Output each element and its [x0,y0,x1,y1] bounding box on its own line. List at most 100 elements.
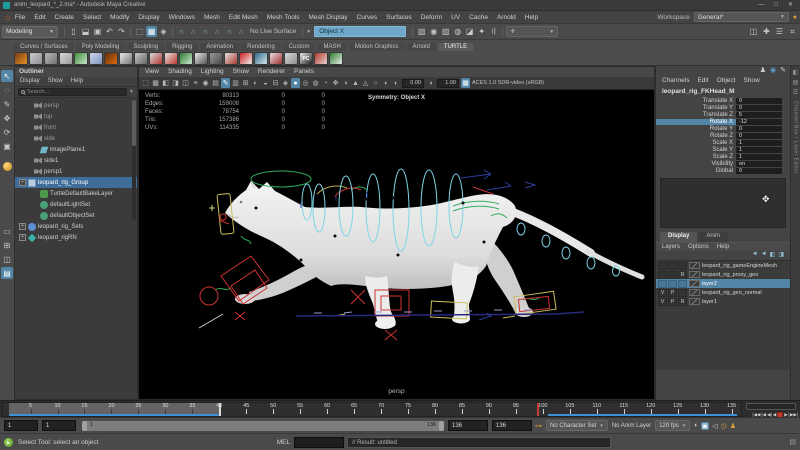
outliner-scrollbar[interactable] [132,100,136,220]
menu-arnold[interactable]: Arnold [497,14,516,21]
outliner-search-input[interactable]: Search... [18,88,127,96]
menu-mesh-tools[interactable]: Mesh Tools [267,14,300,21]
checker-green2-icon[interactable] [179,52,193,65]
layer-v-toggle[interactable] [658,262,667,270]
move-layer-down-icon[interactable]: ◄ [761,251,767,260]
chevron-down-icon[interactable]: ▼ [129,89,134,95]
viewport-toolbar-icon[interactable]: ◈ [281,78,290,88]
auto-keyframe-icon[interactable]: ⊶ [535,422,542,430]
channel-value-field[interactable]: -12 [736,119,782,125]
gamma-field[interactable]: 1.00 [437,79,459,88]
current-frame-marker[interactable] [537,403,539,416]
anim-clock-icon[interactable]: ◷ [721,422,727,430]
turtle-bake-icon[interactable] [14,52,28,65]
outliner-toggle-icon[interactable]: ◫ [748,26,759,37]
move-layer-up-icon[interactable]: ◄ [752,251,758,260]
viewport-toolbar-icon[interactable]: ✥ [331,78,340,88]
layer-color-swatch[interactable] [689,289,700,296]
anim-start-field[interactable]: 1 [4,420,38,431]
viewport-toolbar-icon[interactable]: ◫ [181,78,190,88]
exposure-field[interactable]: 0.00 [402,79,424,88]
snap-grid-icon[interactable]: ∩ [176,26,187,37]
scale-tool-icon[interactable]: ▣ [1,140,13,152]
character-set-dropdown[interactable]: No Character Set ▼ [546,420,608,431]
gamma-icon[interactable]: ◑ [426,78,435,88]
select-object-icon[interactable]: ▦ [146,26,157,37]
viewport-menu-panels[interactable]: Panels [294,68,314,76]
layer-r-toggle[interactable]: R [678,298,687,306]
rotate-tool-icon[interactable]: ⟳ [1,126,13,138]
viewport-toolbar-icon[interactable]: ◖ [381,78,390,88]
channel-row-global[interactable]: Global0 [656,167,790,174]
outliner-item-top[interactable]: top [15,111,137,122]
viewport-toolbar-icon[interactable]: ▦ [151,78,160,88]
outliner-menu-display[interactable]: Display [20,78,40,85]
viewport-toolbar-icon[interactable]: ▥ [231,78,240,88]
channel-value-field[interactable]: on [736,161,782,167]
layout-split-icon[interactable]: ◫ [1,253,13,265]
shelf-tab-curves-surfaces[interactable]: Curves / Surfaces [14,43,74,51]
channel-box-tab-icon[interactable]: ◧ [793,69,799,76]
ring-gray-icon[interactable] [134,52,148,65]
menu-mesh-display[interactable]: Mesh Display [309,14,348,21]
script-editor-icon[interactable]: ▤ [789,438,796,446]
snap-projected-icon[interactable]: ∩ [212,26,223,37]
pause-viewport-icon[interactable]: 〢 [488,26,499,37]
layer-editor-menu-help[interactable]: Help [717,244,729,250]
outliner-item-turtledefaultbakelayer[interactable]: TurtleDefaultBakeLayer [15,188,137,199]
render-view-icon[interactable]: ▧ [416,26,427,37]
snap-surface-icon[interactable]: ∩ [236,26,247,37]
color-management-icon[interactable]: ▦ [461,78,470,88]
expander-icon[interactable]: + [19,223,26,230]
shelf-tab-mash[interactable]: MASH [317,43,346,51]
speed-ramp-icon[interactable]: ◉ [770,67,776,75]
layer-row-leopard_rig_proxy_geo[interactable]: Rleopard_rig_proxy_geo [656,270,790,279]
home-icon[interactable]: ⌂ [5,13,10,22]
menu-curves[interactable]: Curves [357,14,378,21]
menu-windows[interactable]: Windows [169,14,195,21]
menu-file[interactable]: File [15,14,25,21]
channel-row-visibility[interactable]: Visibilityon [656,160,790,167]
current-frame-field[interactable] [746,403,796,410]
empty-layer-icon[interactable]: ◧ [770,251,776,260]
channel-box-menu-channels[interactable]: Channels [662,77,689,85]
channel-value-field[interactable]: 1 [736,140,782,146]
pin-character-icon[interactable]: ♟ [760,67,766,75]
outliner-item-imageplane1[interactable]: imagePlane1 [15,144,137,155]
viewport-toolbar-icon[interactable]: ▤ [211,78,220,88]
playback-end-field[interactable]: 136 [448,420,488,431]
viewport-toolbar-icon[interactable]: ◎ [301,78,310,88]
viewport-menu-lighting[interactable]: Lighting [201,68,224,76]
menu-help[interactable]: Help [525,14,538,21]
layer-color-swatch[interactable] [689,271,700,278]
select-tool-icon[interactable]: ↖ [1,70,13,82]
select-hierarchy-icon[interactable]: ⬚ [134,26,145,37]
channel-box-menu-show[interactable]: Show [743,77,759,85]
channel-row-scale-z[interactable]: Scale Z1 [656,153,790,160]
layer-p-toggle[interactable] [668,271,677,279]
channel-row-translate-x[interactable]: Translate X0 [656,97,790,104]
channel-row-scale-y[interactable]: Scale Y1 [656,146,790,153]
checker-green-icon[interactable] [74,52,88,65]
channel-value-field[interactable]: 1 [736,147,782,153]
attribute-editor-toggle-icon[interactable]: ⌗ [787,26,798,37]
pie-red2-icon[interactable] [239,52,253,65]
layer-r-toggle[interactable] [678,289,687,297]
channel-value-field[interactable]: 0 [736,126,782,132]
menu-select[interactable]: Select [83,14,101,21]
layer-v-toggle[interactable] [658,280,667,288]
outliner-item-defaultlightset[interactable]: defaultLightSet [15,199,137,210]
minimize-button[interactable]: — [758,0,764,11]
channel-value-field[interactable]: 0 [736,98,782,104]
viewport-toolbar-icon[interactable]: ◉ [201,78,210,88]
viewport-menu-shading[interactable]: Shading [168,68,192,76]
viewport-toolbar-icon[interactable]: ◨ [171,78,180,88]
outliner-item-persp[interactable]: persp [15,100,137,111]
shelf-tab-custom[interactable]: Custom [283,43,316,51]
menu-deform[interactable]: Deform [421,14,442,21]
command-line-input[interactable] [294,437,344,448]
goggles-icon[interactable] [194,52,208,65]
mute-audio-icon[interactable]: ◁ [712,422,717,430]
layer-r-toggle[interactable] [678,262,687,270]
viewport-toolbar-icon[interactable]: ◐ [251,78,260,88]
